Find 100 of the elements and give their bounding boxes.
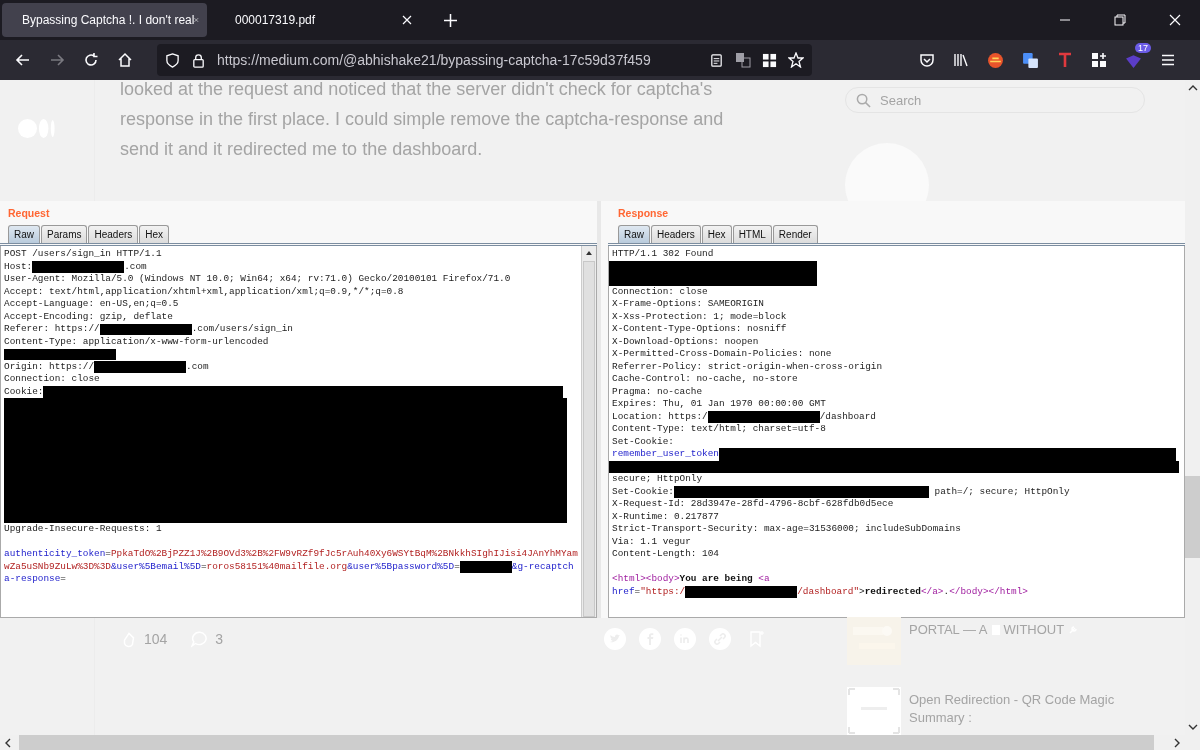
code-text: secure; HttpOnly <box>612 473 702 486</box>
code-text: = <box>634 585 641 598</box>
code-text: /dashboard" <box>797 585 860 598</box>
code-text: Pragma: no-cache <box>612 385 702 398</box>
scroll-up-icon[interactable] <box>585 249 593 257</box>
browser-tab[interactable]: 000017319.pdf <box>215 3 420 37</box>
code-text: Upgrade-Insecure-Requests: 1 <box>4 523 162 536</box>
scrollbar-thumb[interactable] <box>1185 476 1200 558</box>
library-icon[interactable] <box>953 52 969 68</box>
scrollbar-thumb[interactable] <box>583 260 595 617</box>
reload-icon[interactable] <box>83 52 99 68</box>
code-text: /dashboard <box>819 410 876 423</box>
panel-title: Request <box>7 206 51 221</box>
close-icon[interactable] <box>402 15 412 25</box>
code-text: Location: https:/ <box>612 410 708 423</box>
code-text: <a <box>758 573 770 586</box>
code-text: X-Frame-Options: SAMEORIGIN <box>612 298 764 311</box>
code-text: Connection: close <box>612 285 708 298</box>
address-bar[interactable]: https://medium.com/@abhishake21/bypassing-captcha-17c59d37f459 <box>157 44 812 76</box>
scroll-right-icon[interactable] <box>1174 737 1180 748</box>
extension-icon[interactable] <box>987 51 1004 69</box>
code-text: Accept-Language: en-US,en;q=0.5 <box>4 298 179 311</box>
response-count: 3 <box>215 631 224 647</box>
editor-tab[interactable]: Params <box>41 225 88 243</box>
shield-icon <box>165 52 180 68</box>
star-icon[interactable] <box>788 52 804 68</box>
code-text: User-Agent: Mozilla/5.0 (Windows NT 10.0; Win64; x64; rv:71.0) Gecko/20100101 Firefox/71.0 <box>4 273 511 286</box>
editor-tab[interactable]: Hex <box>701 225 732 243</box>
code-text: . <box>943 585 950 598</box>
code-text: Expires: Thu, 01 Jan 1970 00:00:00 GMT <box>612 398 826 411</box>
editor-tab[interactable]: Headers <box>88 225 139 243</box>
editor-tab[interactable]: Raw <box>8 225 40 243</box>
scroll-down-icon[interactable] <box>1187 724 1198 730</box>
code-text: &user%5Bemail%5D <box>110 560 201 573</box>
code-text: .com <box>124 260 147 273</box>
code-text: X-Runtime: 0.217877 <box>612 510 719 523</box>
code-text: You are being <box>679 573 754 586</box>
code-text: wZa5uSNb9ZuLw%3D%3D <box>4 560 111 573</box>
related-story-title: PORTAL — A WITHOUT <box>909 617 1119 665</box>
code-text: PpkaTdO%2BjPZZ1J%2B9OVd3%2B%2FW9vRZf9fJc5rAuh40Xy6WSYtBqM%2BNkkhSIghIJisi4JAnYhMYam <box>110 548 578 561</box>
code-text: "https:/ <box>640 585 686 598</box>
code-text: path=/; secure; HttpOnly <box>933 485 1070 498</box>
code-text: Accept: text/html,application/xhtml+xml,application/xml;q=0.9,*/*;q=0.8 <box>4 285 404 298</box>
editor-tab[interactable]: HTML <box>732 225 772 243</box>
code-text: = <box>60 573 66 586</box>
code-text: Host: <box>4 260 33 273</box>
code-text: X-Xss-Protection: 1; mode=block <box>612 310 787 323</box>
code-text: Content-Type: text/html; charset=utf-8 <box>612 423 826 436</box>
new-tab-icon[interactable] <box>444 13 457 27</box>
translate-icon[interactable] <box>735 52 751 68</box>
code-text: Set-Cookie: <box>612 485 674 498</box>
code-text: > <box>859 585 865 598</box>
code-text: &g-recaptch <box>511 560 574 573</box>
home-icon[interactable] <box>117 52 133 68</box>
back-icon[interactable] <box>15 52 31 68</box>
reader-view-icon[interactable] <box>709 52 724 68</box>
code-text: = <box>200 560 207 573</box>
close-icon[interactable] <box>1169 14 1181 26</box>
pocket-icon[interactable] <box>919 52 935 68</box>
code-text: authenticity_token <box>4 548 106 561</box>
code-text: X-Request-Id: 28d3947e-28fd-4796-8cbf-628fdb0d5ece <box>612 498 894 511</box>
code-text: redirected <box>864 585 921 598</box>
extensions-icon[interactable] <box>1091 52 1107 68</box>
code-text: a-response <box>4 573 61 586</box>
code-text: Accept-Encoding: gzip, deflate <box>4 310 173 323</box>
code-text: Content-Length: 104 <box>612 548 719 561</box>
browser-tab[interactable]: Bypassing Captcha !. I don't real <box>2 3 207 37</box>
code-text: Set-Cookie: <box>612 435 674 448</box>
editor-tab[interactable]: Render <box>772 225 818 243</box>
code-text: Via: 1.1 vegur <box>612 535 691 548</box>
search-field[interactable]: Search <box>845 87 1145 113</box>
code-text: .com <box>186 360 209 373</box>
code-text: Origin: https:// <box>4 360 94 373</box>
menu-icon[interactable] <box>1160 52 1176 68</box>
code-text: = <box>454 560 460 573</box>
code-text: Cache-Control: no-cache, no-store <box>612 373 798 386</box>
code-text: .com/users/sign_in <box>191 323 293 336</box>
code-text: </body></html> <box>949 585 1028 598</box>
translate-icon[interactable] <box>1022 51 1039 69</box>
notification-badge: 17 <box>1135 42 1151 53</box>
code-text: Referrer-Policy: strict-origin-when-cross-origin <box>612 360 883 373</box>
scroll-up-icon[interactable] <box>1187 85 1198 91</box>
lock-icon <box>191 52 206 68</box>
code-text: X-Permitted-Cross-Domain-Policies: none <box>612 348 832 361</box>
editor-tab[interactable]: Headers <box>651 225 701 243</box>
code-text: <html><body> <box>612 573 680 586</box>
t-extension-icon[interactable] <box>1057 52 1073 68</box>
code-text: remember_user_token <box>612 448 719 461</box>
code-text: Referer: https:// <box>4 323 100 336</box>
code-text: X-Content-Type-Options: nosniff <box>612 323 787 336</box>
editor-tab[interactable]: Hex <box>139 225 170 243</box>
restore-icon[interactable] <box>1114 14 1126 26</box>
grid-icon[interactable] <box>762 52 777 68</box>
scroll-left-icon[interactable] <box>5 737 11 748</box>
code-text: = <box>105 548 111 561</box>
panel-title: Response <box>617 206 670 221</box>
code-text: Connection: close <box>4 373 100 386</box>
redaction-bar <box>459 561 512 573</box>
article-paragraph: looked at the request and noticed that the server didn't check for captcha's response in the first place. I could simple remove the captcha-response and send it and it redirected me to the dashboard. <box>120 80 725 161</box>
editor-tab[interactable]: Raw <box>618 225 650 243</box>
